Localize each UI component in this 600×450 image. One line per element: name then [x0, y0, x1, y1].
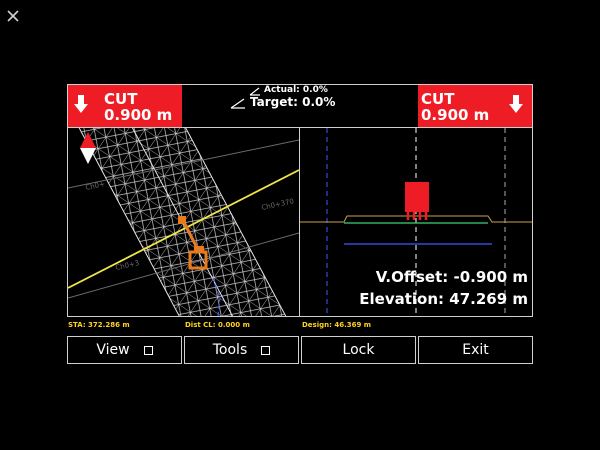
chainage-label: Ch0+3 — [115, 259, 140, 272]
v-offset-readout: V.Offset: -0.900 m — [375, 268, 528, 286]
cut-indicator-left: CUT 0.900 m — [68, 85, 182, 127]
lock-button[interactable]: Lock — [301, 336, 416, 364]
tools-button[interactable]: Tools — [184, 336, 299, 364]
chainage-label: Ch0+370 — [261, 197, 295, 212]
view-button[interactable]: View — [67, 336, 182, 364]
station-status: STA: 372.286 m — [68, 321, 130, 329]
chainage-label: Ch0+ — [85, 180, 106, 192]
arrow-down-icon — [509, 95, 523, 113]
design-status: Design: 46.369 m — [302, 321, 372, 329]
cut-right-value: 0.900 m — [421, 106, 490, 124]
cut-left-label: CUT — [104, 90, 138, 108]
checkbox-icon — [261, 345, 271, 355]
plan-view-canvas: Ch0+ Ch0+370 Ch0+3 — [68, 128, 299, 316]
cross-section-view[interactable]: V.Offset: -0.900 m Elevation: 47.269 m — [300, 128, 532, 316]
plan-view[interactable]: Ch0+ Ch0+370 Ch0+3 — [68, 128, 299, 316]
elevation-readout: Elevation: 47.269 m — [359, 290, 528, 308]
close-icon[interactable] — [5, 8, 21, 24]
exit-button-label: Exit — [462, 342, 489, 358]
cut-left-value: 0.900 m — [104, 106, 173, 124]
grade-actual: Actual: 0.0% — [264, 85, 328, 95]
cut-right-label: CUT — [421, 90, 455, 108]
view-button-label: View — [96, 342, 130, 358]
lock-button-label: Lock — [342, 342, 375, 358]
dist-cl-status: Dist CL: 0.000 m — [185, 321, 250, 329]
grade-target: Target: 0.0% — [250, 95, 336, 109]
cut-indicator-right: CUT 0.900 m — [418, 85, 532, 127]
exit-button[interactable]: Exit — [418, 336, 533, 364]
arrow-down-icon — [74, 95, 88, 113]
tools-button-label: Tools — [212, 342, 248, 358]
bucket-icon — [405, 182, 429, 220]
checkbox-icon — [143, 345, 153, 355]
slope-icon — [230, 98, 245, 109]
cross-section-canvas — [300, 128, 532, 316]
grade-info: Actual: 0.0% Target: 0.0% — [182, 85, 418, 127]
